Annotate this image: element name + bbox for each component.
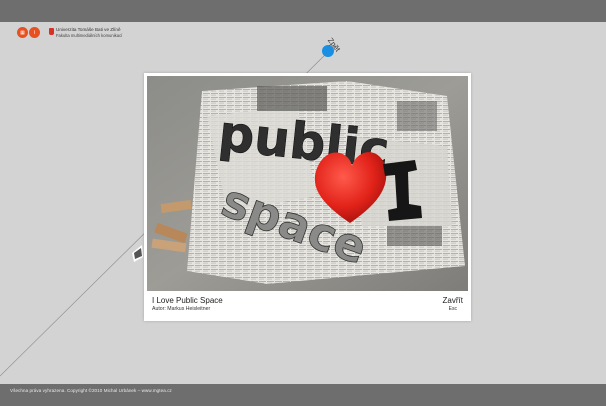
lightbox-photo: public space	[147, 76, 468, 291]
photo-author: Autor: Markus Heisleitner	[152, 306, 211, 312]
close-shortcut: Esc	[448, 306, 457, 312]
photo-title: I Love Public Space	[152, 296, 223, 305]
copyright-text: Všechna práva vyhrazena. Copyright ©2010…	[10, 388, 172, 393]
lightbox-card: public space I Love Public Space Autor: …	[144, 73, 471, 321]
background-thumbnail-fragment[interactable]	[130, 243, 145, 263]
close-button[interactable]: Zavřít	[443, 296, 463, 305]
footer-bar: Všechna práva vyhrazena. Copyright ©2010…	[0, 384, 606, 406]
